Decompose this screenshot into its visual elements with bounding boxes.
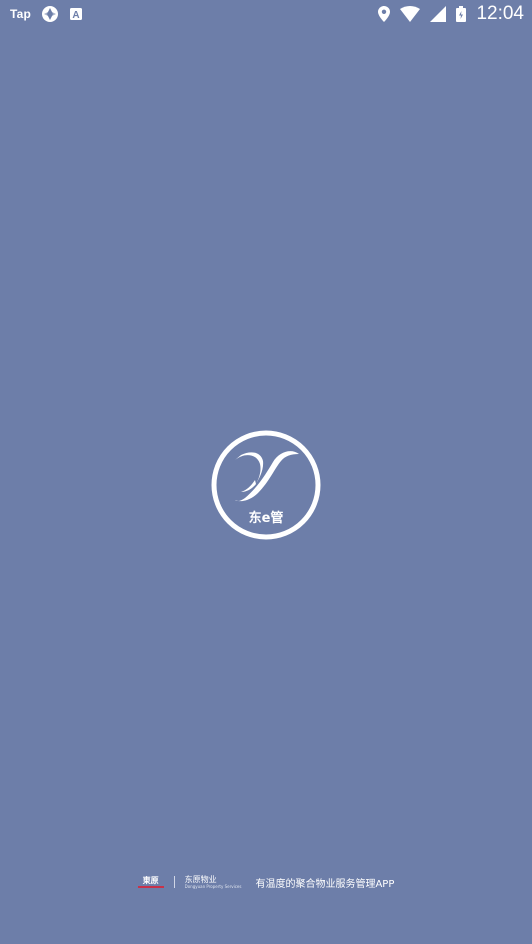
status-time: 12:04 [476, 3, 524, 24]
navigation-icon [41, 5, 59, 23]
status-bar-right: 12:04 [378, 3, 524, 25]
svg-text:A: A [72, 10, 79, 21]
tap-label: Tap [10, 7, 32, 21]
brand-divider [173, 876, 175, 888]
brand-secondary-text: 东原物业 [184, 875, 217, 884]
battery-icon [456, 6, 467, 22]
logo-text: 东e管 [249, 510, 284, 526]
status-bar-left: Tap A [10, 5, 83, 23]
property-logo: 东原物业 Dongyuan Property Services [185, 875, 242, 889]
footer-branding: 東原 东原物业 Dongyuan Property Services 有温度的聚… [0, 872, 532, 892]
location-icon [378, 6, 391, 22]
app-tagline: 有温度的聚合物业服务管理APP [255, 878, 395, 890]
app-logo-graphic: 东e管 [211, 430, 321, 540]
app-logo: 东e管 [211, 430, 321, 540]
brand-accent-bar [137, 886, 164, 888]
brand-secondary-subtext: Dongyuan Property Services [184, 884, 242, 889]
brand-primary-text: 東原 [142, 876, 159, 885]
wifi-icon [400, 6, 421, 22]
a-badge-icon: A [69, 7, 83, 21]
dongyuan-logo: 東原 [137, 876, 164, 888]
signal-icon [430, 6, 447, 22]
status-bar: Tap A 12:04 [0, 0, 532, 28]
